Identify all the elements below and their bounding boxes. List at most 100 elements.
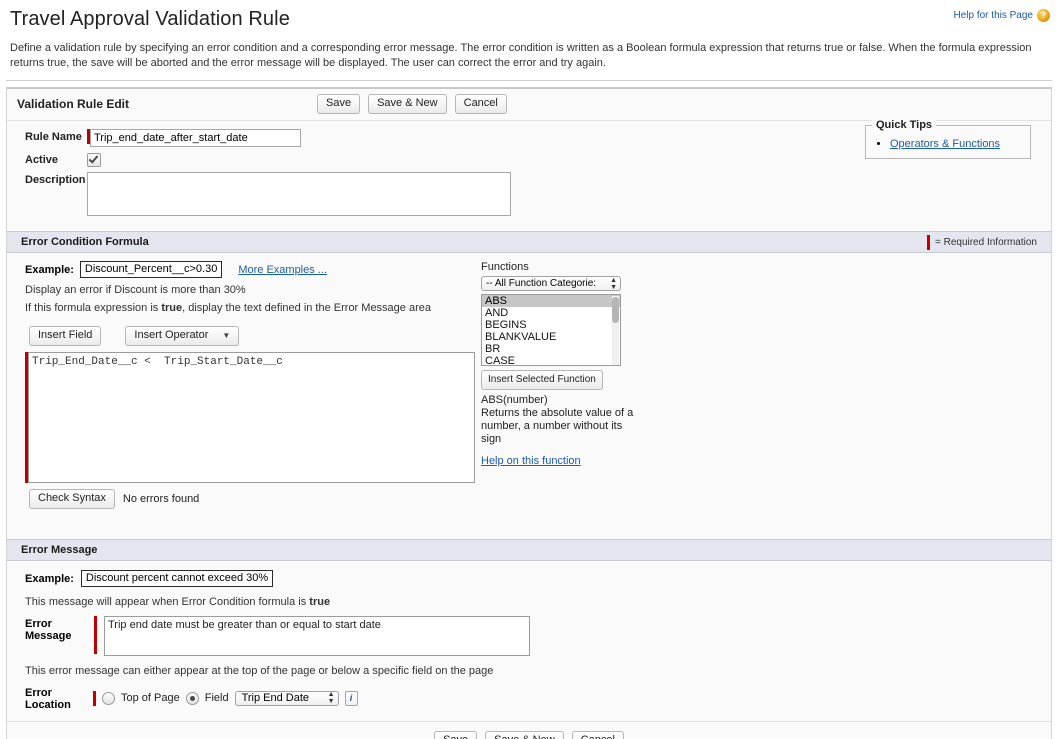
cancel-button-bottom[interactable]: Cancel: [571, 731, 624, 739]
formula-input-wrap: Trip_End_Date__c < Trip_Start_Date__c: [25, 352, 475, 483]
functions-list-scroll-thumb[interactable]: [612, 297, 619, 323]
required-information-note: = Required Information: [926, 234, 1037, 250]
description-label: Description: [25, 174, 86, 186]
error-message-appear-note-bold: true: [309, 596, 331, 608]
validation-rule-panel: Validation Rule Edit Save Save & New Can…: [6, 87, 1052, 739]
save-button-bottom[interactable]: Save: [434, 731, 478, 739]
function-category-select[interactable]: -- All Function Categorie: ▲ ▼: [481, 276, 621, 291]
error-message-example-value: Discount percent cannot exceed 30%: [80, 570, 274, 587]
list-item[interactable]: BLANKVALUE: [482, 331, 620, 343]
cancel-button-top[interactable]: Cancel: [454, 94, 507, 114]
top-button-group: Save Save & New Cancel: [317, 94, 507, 114]
info-icon[interactable]: i: [344, 690, 358, 706]
page-root: Travel Approval Validation Rule Help for…: [0, 0, 1058, 739]
error-message-example-row: Example: Discount percent cannot exceed …: [7, 570, 1051, 587]
insert-operator-button[interactable]: Insert Operator ▼: [125, 326, 240, 346]
section-header-error-condition: Error Condition Formula = Required Infor…: [7, 231, 1051, 253]
required-indicator-error-message: [94, 616, 97, 654]
functions-listbox[interactable]: ABS AND BEGINS BLANKVALUE BR CASE: [481, 294, 621, 366]
chevron-down-icon: ▼: [222, 330, 231, 340]
select-arrows-icon: ▲ ▼: [327, 691, 335, 705]
operators-and-functions-link[interactable]: Operators & Functions: [890, 138, 1000, 150]
section-header-error-message: Error Message: [7, 539, 1051, 561]
list-item: Operators & Functions: [890, 138, 1022, 150]
select-arrows-icon: ▲ ▼: [610, 276, 617, 291]
help-for-this-page[interactable]: Help for this Page ?: [954, 9, 1050, 22]
check-syntax-result: No errors found: [122, 493, 200, 505]
formula-example-label: Example:: [25, 263, 74, 276]
radio-field-label: Field: [204, 692, 229, 704]
error-location-note: This error message can either appear at …: [25, 665, 494, 677]
error-message-textarea[interactable]: Trip end date must be greater than or eq…: [104, 616, 530, 656]
function-description-text: Returns the absolute value of a number, …: [481, 407, 634, 445]
list-item[interactable]: AND: [482, 307, 620, 319]
error-message-appear-note-pre: This message will appear when Error Cond…: [25, 596, 310, 608]
formula-left-column: Example: Discount_Percent__c>0.30 More E…: [7, 261, 475, 509]
save-and-new-button-bottom[interactable]: Save & New: [485, 731, 564, 739]
error-message-example-label: Example:: [25, 572, 74, 585]
function-description: ABS(number) Returns the absolute value o…: [481, 394, 641, 446]
section-title-error-condition: Error Condition Formula: [21, 236, 149, 248]
list-item[interactable]: BR: [482, 343, 620, 355]
quick-tips-list: Operators & Functions: [874, 138, 1022, 150]
list-item[interactable]: ABS: [482, 295, 620, 307]
list-item[interactable]: CASE: [482, 355, 620, 365]
formula-textarea[interactable]: Trip_End_Date__c < Trip_Start_Date__c: [28, 352, 475, 483]
error-location-field-value: Trip End Date: [241, 692, 310, 704]
help-link[interactable]: Help for this Page: [954, 10, 1034, 21]
formula-true-note-pre: If this formula expression is: [25, 302, 162, 314]
quick-tips-legend: Quick Tips: [872, 119, 937, 131]
formula-true-note: If this formula expression is true, disp…: [25, 302, 475, 314]
formula-example-row: Example: Discount_Percent__c>0.30 More E…: [25, 261, 475, 278]
header-divider: [6, 80, 1052, 81]
description-textarea[interactable]: [87, 172, 511, 216]
insert-operator-label: Insert Operator: [134, 329, 209, 341]
page-header: Travel Approval Validation Rule Help for…: [0, 0, 1058, 31]
required-indicator-legend: [926, 234, 930, 250]
function-signature: ABS(number): [481, 394, 548, 406]
functions-label: Functions: [481, 261, 529, 273]
help-on-this-function-link[interactable]: Help on this function: [481, 455, 581, 467]
insert-selected-function-button[interactable]: Insert Selected Function: [481, 370, 603, 390]
panel-titlebar: Validation Rule Edit Save Save & New Can…: [7, 89, 1051, 121]
required-information-text: = Required Information: [934, 236, 1037, 248]
radio-field[interactable]: [185, 691, 199, 705]
error-message-body: Example: Discount percent cannot exceed …: [7, 561, 1051, 721]
function-category-selected-value: -- All Function Categorie:: [486, 278, 597, 289]
formula-example-value: Discount_Percent__c>0.30: [79, 261, 223, 278]
insert-field-button[interactable]: Insert Field: [29, 326, 102, 346]
section-title-error-message: Error Message: [21, 544, 98, 556]
rule-details-form: Rule Name Active Description Quick Tips …: [7, 119, 1051, 231]
error-message-label: Error Message: [25, 618, 72, 642]
error-location-field-select[interactable]: Trip End Date ▲ ▼: [234, 690, 339, 706]
formula-example-description: Display an error if Discount is more tha…: [25, 284, 246, 296]
rule-name-label: Rule Name: [25, 131, 82, 143]
error-location-label: Error Location: [25, 687, 71, 711]
radio-top-of-page[interactable]: [102, 691, 115, 705]
bottom-button-group: Save Save & New Cancel: [7, 721, 1051, 739]
check-syntax-row: Check Syntax No errors found: [29, 489, 475, 509]
panel-title: Validation Rule Edit: [17, 97, 130, 111]
error-message-appear-note: This message will appear when Error Cond…: [7, 596, 1051, 608]
list-item[interactable]: BEGINS: [482, 319, 620, 331]
save-button-top[interactable]: Save: [317, 94, 361, 114]
quick-tips-box: Quick Tips Operators & Functions: [865, 119, 1031, 159]
error-message-input-row: Error Message Trip end date must be grea…: [7, 616, 1051, 656]
intro-description: Define a validation rule by specifying a…: [10, 42, 1032, 69]
radio-top-of-page-label: Top of Page: [121, 692, 180, 704]
page-title: Travel Approval Validation Rule: [10, 8, 290, 30]
active-checkbox[interactable]: [87, 153, 101, 167]
more-examples-link[interactable]: More Examples ...: [238, 264, 327, 276]
save-and-new-button-top[interactable]: Save & New: [368, 94, 447, 114]
insert-buttons-row: Insert Field Insert Operator ▼: [29, 326, 475, 346]
rule-name-input[interactable]: [90, 129, 301, 147]
help-icon[interactable]: ?: [1037, 9, 1050, 22]
formula-true-note-bold: true: [161, 302, 183, 314]
error-condition-body: Example: Discount_Percent__c>0.30 More E…: [7, 253, 1051, 539]
error-location-row: Error Location Top of Page Field Trip En…: [7, 685, 1051, 711]
formula-true-note-post: , display the text defined in the Error …: [182, 302, 431, 314]
functions-panel: Functions -- All Function Categorie: ▲ ▼ …: [481, 261, 641, 467]
check-syntax-button[interactable]: Check Syntax: [29, 489, 115, 509]
active-label: Active: [25, 154, 59, 166]
required-indicator-error-location: [93, 690, 96, 706]
